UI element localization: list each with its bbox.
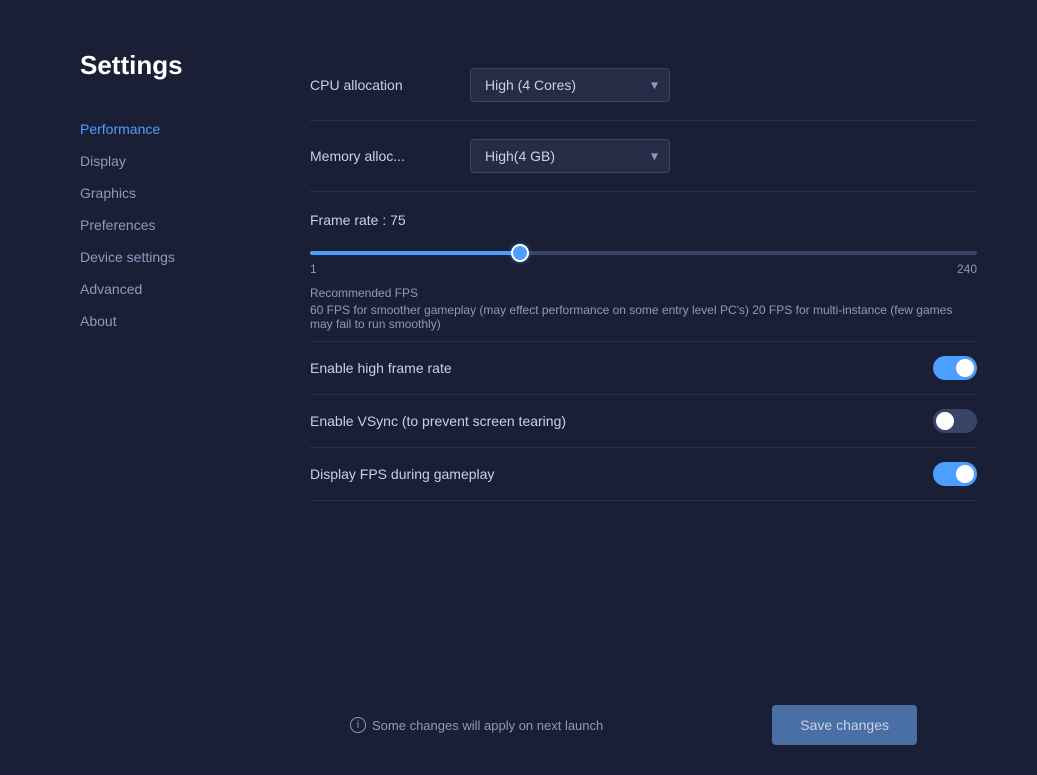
toggle-label-vsync: Enable VSync (to prevent screen tearing): [310, 413, 566, 429]
toggle-row-high-framerate: Enable high frame rate: [310, 342, 977, 395]
slider-max: 240: [957, 262, 977, 276]
toggle-slider-vsync: [933, 409, 977, 433]
footer-note-text: Some changes will apply on next launch: [372, 718, 603, 733]
settings-panel: CPU allocation Low (1 Core) Medium (2 Co…: [310, 50, 977, 685]
slider-range-labels: 1 240: [310, 262, 977, 276]
toggle-high-framerate[interactable]: [933, 356, 977, 380]
footer: i Some changes will apply on next launch…: [310, 685, 977, 775]
memory-label: Memory alloc...: [310, 148, 470, 164]
memory-dropdown-wrapper: Low(1 GB) Medium(2 GB) High(4 GB) Ultra(…: [470, 139, 670, 173]
recommended-fps-title: Recommended FPS: [310, 286, 977, 300]
sidebar: Settings Performance Display Graphics Pr…: [80, 40, 270, 775]
recommended-fps: Recommended FPS 60 FPS for smoother game…: [310, 286, 977, 331]
sidebar-item-advanced[interactable]: Advanced: [80, 273, 270, 305]
sidebar-item-preferences[interactable]: Preferences: [80, 209, 270, 241]
sidebar-item-about[interactable]: About: [80, 305, 270, 337]
main-content: CPU allocation Low (1 Core) Medium (2 Co…: [270, 40, 1037, 775]
slider-min: 1: [310, 262, 317, 276]
slider-container: [310, 242, 977, 258]
recommended-fps-text: 60 FPS for smoother gameplay (may effect…: [310, 303, 977, 331]
sidebar-item-device-settings[interactable]: Device settings: [80, 241, 270, 273]
sidebar-item-display[interactable]: Display: [80, 145, 270, 177]
framerate-section: Frame rate : 75 1 240 Recommended FPS 60…: [310, 192, 977, 342]
toggle-row-display-fps: Display FPS during gameplay: [310, 448, 977, 501]
framerate-label: Frame rate : 75: [310, 212, 977, 228]
toggle-display-fps[interactable]: [933, 462, 977, 486]
toggle-label-high-framerate: Enable high frame rate: [310, 360, 452, 376]
page-title: Settings: [80, 50, 270, 81]
toggle-vsync[interactable]: [933, 409, 977, 433]
toggle-slider-display-fps: [933, 462, 977, 486]
sidebar-item-performance[interactable]: Performance: [80, 113, 270, 145]
cpu-dropdown-wrapper: Low (1 Core) Medium (2 Cores) High (4 Co…: [470, 68, 670, 102]
cpu-label: CPU allocation: [310, 77, 470, 93]
toggle-row-vsync: Enable VSync (to prevent screen tearing): [310, 395, 977, 448]
memory-row: Memory alloc... Low(1 GB) Medium(2 GB) H…: [310, 121, 977, 192]
toggle-slider-high-framerate: [933, 356, 977, 380]
cpu-row: CPU allocation Low (1 Core) Medium (2 Co…: [310, 50, 977, 121]
info-icon: i: [350, 717, 366, 733]
save-button[interactable]: Save changes: [772, 705, 917, 745]
toggle-label-display-fps: Display FPS during gameplay: [310, 466, 494, 482]
framerate-slider[interactable]: [310, 251, 977, 255]
sidebar-item-graphics[interactable]: Graphics: [80, 177, 270, 209]
memory-dropdown[interactable]: Low(1 GB) Medium(2 GB) High(4 GB) Ultra(…: [470, 139, 670, 173]
footer-note: i Some changes will apply on next launch: [350, 717, 603, 733]
cpu-dropdown[interactable]: Low (1 Core) Medium (2 Cores) High (4 Co…: [470, 68, 670, 102]
